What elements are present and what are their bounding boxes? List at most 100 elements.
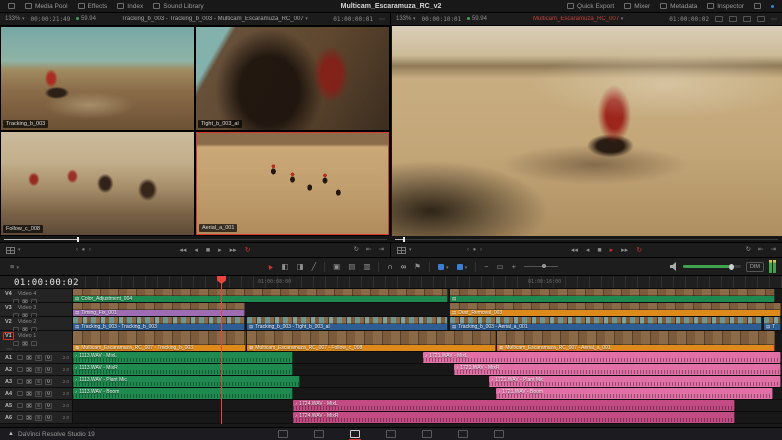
track-autoselect-icon[interactable] — [22, 341, 28, 346]
timeline-options-menu[interactable]: ⋯ — [771, 16, 777, 23]
track-lock-icon[interactable] — [17, 391, 23, 396]
quick-export-button[interactable]: Quick Export — [567, 3, 614, 10]
monitor-volume-slider[interactable] — [683, 265, 741, 268]
track-autoselect-icon[interactable] — [26, 379, 32, 384]
source-clip-title-dropdown[interactable]: Tracking_b_003 - Tracking_b_003 - Multic… — [102, 16, 327, 22]
page-cut-icon[interactable] — [314, 430, 324, 438]
timeline-ruler[interactable]: 01:00:00:02 01:00:08:0001:00:16:00 — [0, 276, 782, 289]
mute-button[interactable]: M — [45, 391, 52, 397]
track-select-badge[interactable]: V1 — [3, 332, 14, 340]
source-options-menu[interactable]: ⋯ — [379, 16, 385, 23]
effects-button[interactable]: Effects — [78, 3, 108, 10]
audio-clip[interactable]: ♪1721.WAV - Plant Mic — [489, 376, 781, 387]
track-select-badge[interactable]: A5 — [3, 402, 14, 410]
mute-button[interactable]: M — [45, 379, 52, 385]
audio-clip[interactable]: ♪1113.WAV - MixR — [73, 364, 293, 375]
loop-button-active[interactable]: ↻ — [636, 247, 642, 254]
track-lock-icon[interactable] — [13, 341, 19, 346]
step-back-button[interactable]: ◂ — [194, 247, 198, 254]
mute-button[interactable]: M — [45, 415, 52, 421]
flag-icon[interactable]: ⚑ — [414, 263, 421, 271]
track-select-badge[interactable]: A4 — [3, 390, 14, 398]
timeline-clip[interactable]: ▤Timing_Fix_001 — [73, 303, 245, 316]
timeline-clip[interactable]: ▤Tracking_b_003 - Tight_b_003_al — [247, 317, 448, 330]
play-button[interactable]: ▸ — [218, 247, 222, 254]
mute-button[interactable]: M — [45, 355, 52, 361]
overwrite-clip-icon[interactable]: ▤ — [348, 263, 355, 271]
track-autoselect-icon[interactable] — [26, 367, 32, 372]
track-autoselect-icon[interactable] — [26, 403, 32, 408]
audio-clip[interactable]: ♪1724.WAV - MixR — [293, 412, 735, 423]
step-back-button[interactable]: ◂ — [586, 247, 590, 254]
track-lane[interactable]: ♪1724.WAV - MixL — [73, 400, 782, 411]
page-deliver-icon[interactable] — [494, 430, 504, 438]
go-to-end-button[interactable]: ▸▸ — [230, 247, 237, 254]
timeline-clip[interactable]: ▤T — [764, 317, 781, 330]
mark-in-icon[interactable]: ⇤ — [758, 247, 763, 254]
page-fairlight-icon[interactable] — [458, 430, 468, 438]
inspector-button[interactable]: Inspector — [707, 3, 744, 10]
metadata-button[interactable]: Metadata — [660, 3, 697, 10]
timeline-clip[interactable]: ▤Color_Adjustment_004 — [73, 289, 448, 302]
flag-color-dropdown[interactable]: ▾ — [457, 263, 468, 271]
source-zoom-dropdown[interactable]: 133% ▾ — [5, 16, 25, 22]
track-lock-icon[interactable] — [17, 379, 23, 384]
track-lock-icon[interactable] — [17, 403, 23, 408]
go-to-start-button[interactable]: ◂◂ — [571, 247, 578, 254]
track-lane[interactable]: ♪1113.WAV - MixL♪1721.WAV - MixL — [73, 352, 782, 363]
track-select-badge[interactable]: A2 — [3, 366, 14, 374]
stop-button[interactable]: ■ — [597, 247, 601, 254]
track-lane[interactable]: ♪1113.WAV - MixR♪1721.WAV - MixR — [73, 364, 782, 375]
track-select-badge[interactable]: A1 — [3, 354, 14, 362]
zoom-fit-icon[interactable]: ▭ — [497, 263, 504, 271]
zoom-out-icon[interactable]: − — [484, 263, 488, 271]
go-to-end-button[interactable]: ▸▸ — [621, 247, 628, 254]
timeline-clip[interactable]: ▤Tracking_b_003 - Tracking_b_003 — [73, 317, 245, 330]
scrubber-handle[interactable] — [403, 237, 405, 242]
track-lane[interactable]: ▦Multicam_Escaramuza_RC_007 - Tracking_b… — [73, 331, 782, 351]
zoom-in-icon[interactable]: + — [512, 263, 516, 271]
page-color-icon[interactable] — [422, 430, 432, 438]
timeline-clip[interactable]: ▦Multicam_Escaramuza_RC_007 - Aerial_a_0… — [497, 331, 775, 351]
trim-edit-icon[interactable]: ◧ — [281, 263, 288, 271]
multicam-view-icon[interactable] — [6, 247, 15, 254]
track-select-badge[interactable]: V2 — [3, 318, 14, 326]
timeline-scrubber[interactable] — [391, 236, 782, 243]
scrubber-handle[interactable] — [77, 237, 79, 242]
solo-button[interactable]: S — [35, 355, 42, 361]
audio-clip[interactable]: ♪1113.WAV - Plant Mic — [73, 376, 300, 387]
audio-clip[interactable]: ♪1721.WAV - MixL — [423, 352, 781, 363]
stop-button[interactable]: ■ — [206, 247, 210, 254]
timeline-options-icon[interactable]: ≡ ▾ — [10, 263, 19, 271]
index-button[interactable]: Index — [117, 3, 143, 10]
timeline-clip[interactable]: ▤ — [450, 289, 775, 302]
jog-control[interactable]: ‹ ● › — [467, 247, 483, 253]
timeline-viewer-video[interactable] — [392, 26, 782, 236]
timeline-clip[interactable]: ▤Tracking_b_003 - Aerial_a_001 — [450, 317, 762, 330]
go-to-start-button[interactable]: ◂◂ — [179, 247, 186, 254]
track-select-badge[interactable]: V3 — [3, 304, 14, 312]
mute-button[interactable]: M — [45, 367, 52, 373]
loop-button-active[interactable]: ↻ — [245, 247, 251, 254]
track-select-badge[interactable]: V4 — [3, 290, 14, 298]
loop-clip-icon[interactable]: ↻ — [354, 247, 359, 254]
selection-tool-icon[interactable]: ▲ — [265, 261, 275, 271]
timeline-zoom-slider[interactable] — [524, 266, 558, 267]
multicam-angle-3[interactable]: Follow_c_008 — [1, 132, 194, 235]
ruler-lane[interactable]: 01:00:08:0001:00:16:00 — [73, 276, 782, 288]
solo-button[interactable]: S — [35, 391, 42, 397]
track-autoselect-icon[interactable] — [26, 355, 32, 360]
workspace-layout-icon[interactable] — [754, 3, 761, 9]
timeline-view-icon[interactable] — [397, 247, 406, 254]
marker-color-dropdown[interactable]: ▾ — [438, 263, 449, 271]
multicam-angle-2[interactable]: Tight_b_003_al — [196, 27, 389, 130]
track-lane[interactable]: ▤Timing_Fix_001 ▤Dust_Removal_003 — [73, 303, 782, 316]
timeline-clip[interactable]: ▤Dust_Removal_003 — [450, 303, 781, 316]
dynamic-trim-icon[interactable]: ◨ — [297, 263, 304, 271]
page-edit-icon[interactable] — [350, 430, 360, 438]
app-menu-icon[interactable] — [8, 3, 15, 9]
playhead-line[interactable] — [221, 276, 222, 424]
solo-button[interactable]: S — [35, 379, 42, 385]
viewer-mode-icon[interactable] — [729, 16, 737, 22]
mark-out-icon[interactable]: ⇥ — [379, 247, 384, 254]
